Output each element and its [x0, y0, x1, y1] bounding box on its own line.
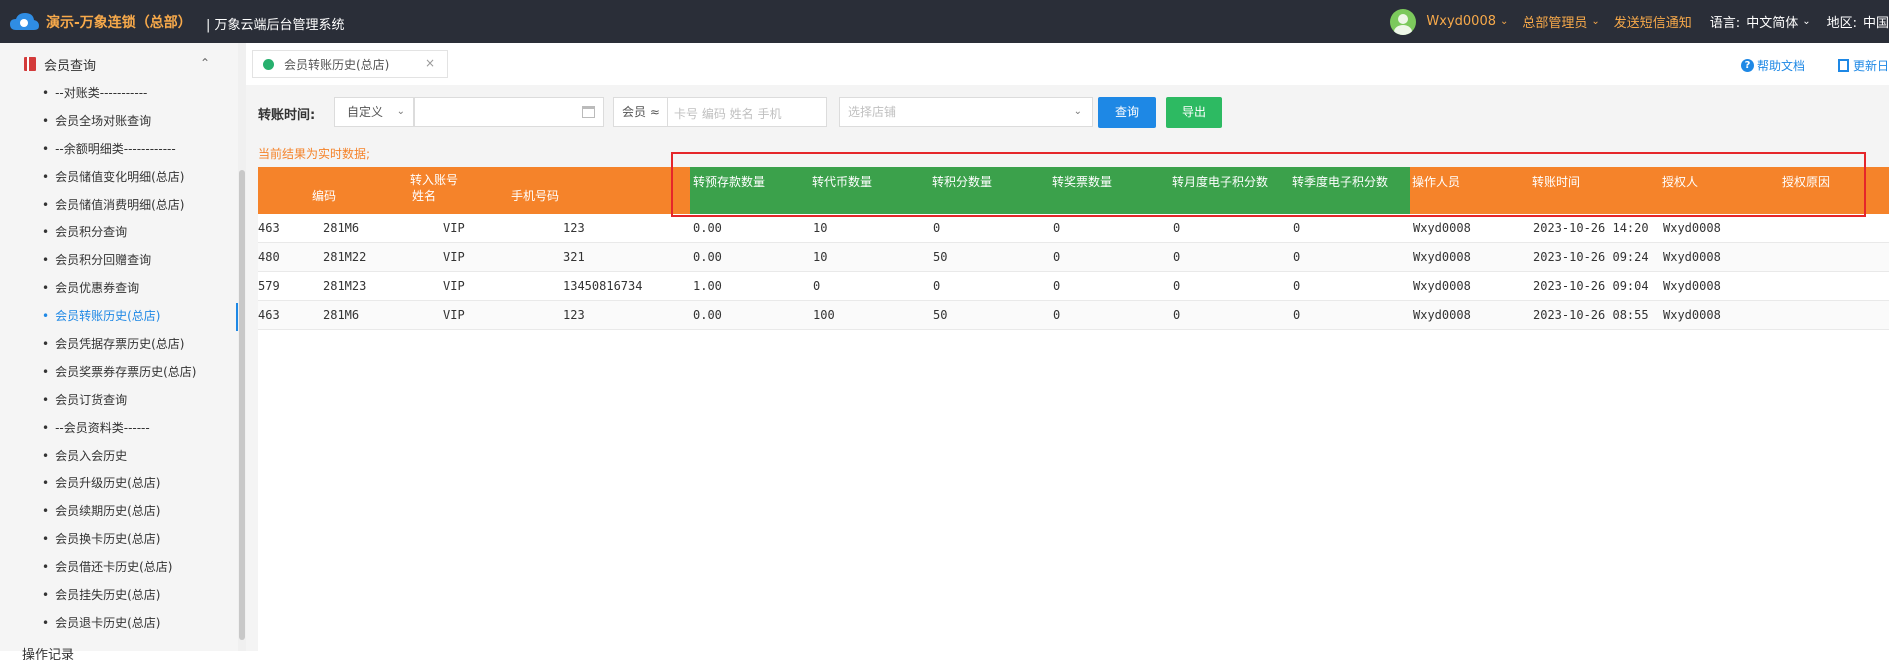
sidebar-item[interactable]: • 会员挂失历史(总店) — [0, 582, 238, 610]
language-select[interactable]: 中文简体 — [1746, 12, 1798, 31]
column-header: 转奖票数量 — [1052, 175, 1113, 189]
time-range-select[interactable]: 自定义 ⌄ — [334, 97, 414, 127]
export-button[interactable]: 导出 — [1166, 97, 1222, 128]
sidebar-group-label: 会员查询 — [44, 58, 97, 74]
send-sms-link[interactable]: 发送短信通知 — [1614, 12, 1692, 31]
table-row[interactable]: 463 281M6 VIP 123 0.00 10 0 0 0 0 Wxyd00… — [258, 214, 1889, 243]
column-header: 编码 — [312, 189, 337, 203]
active-dot-icon — [263, 58, 274, 70]
sidebar: 会员查询 ⌃ • --对账类----------- • 会员全场对账查询 • --余额… — [0, 43, 238, 660]
region-label: 地区: — [1826, 16, 1857, 31]
sidebar-item[interactable]: • 会员优惠券查询 — [0, 275, 238, 303]
sidebar-item[interactable]: • 会员订货查询 — [0, 387, 238, 415]
brand-name: 演示-万象连锁（总部） — [46, 15, 192, 31]
query-button[interactable]: 查询 — [1098, 97, 1156, 128]
column-header: 转季度电子积分数 — [1292, 175, 1389, 189]
transfer-time-label: 转账时间: — [258, 108, 316, 123]
sidebar-item[interactable]: • 会员储值消费明细(总店) — [0, 192, 238, 220]
realtime-notice: 当前结果为实时数据; — [258, 147, 371, 161]
role-dropdown[interactable]: 总部管理员 — [1522, 12, 1587, 31]
book-icon — [24, 57, 36, 71]
sidebar-item[interactable]: • 会员续期历史(总店) — [0, 498, 238, 526]
table-row[interactable]: 480 281M22 VIP 321 0.00 10 50 0 0 0 Wxyd… — [258, 243, 1889, 272]
chevron-down-icon[interactable]: ⌄ — [1802, 16, 1810, 27]
table-header: 转入账号 编码 姓名 手机号码 转预存款数量 转代币数量 转积分数量 转奖票数量… — [258, 167, 1889, 214]
shop-select[interactable]: 选择店铺 ⌄ — [839, 97, 1093, 127]
member-search[interactable]: 会员 ≈ 卡号 编码 姓名 手机 — [613, 97, 827, 127]
column-header: 手机号码 — [511, 189, 560, 203]
tab-label: 会员转账历史(总店) — [284, 57, 390, 72]
filter-bar: 转账时间: 自定义 ⌄ 会员 ≈ 卡号 编码 姓名 手机 选择店铺 ⌄ 查询 导… — [246, 97, 1889, 129]
sidebar-item[interactable]: • 会员奖票券存票历史(总店) — [0, 359, 238, 387]
sidebar-item[interactable]: • 会员升级历史(总店) — [0, 470, 238, 498]
top-right-menu: Wxyd0008 ⌄ 总部管理员 ⌄ 发送短信通知 语言: 中文简体 ⌄ 地区:… — [1390, 0, 1889, 43]
column-header: 转预存款数量 — [693, 175, 766, 189]
member-match-select[interactable]: 会员 ≈ — [614, 98, 668, 126]
column-header: 姓名 — [412, 189, 437, 203]
sidebar-group-next[interactable]: 操作记录 — [22, 644, 74, 660]
chevron-up-icon[interactable]: ⌃ — [200, 56, 210, 70]
sidebar-item[interactable]: • 会员借还卡历史(总店) — [0, 554, 238, 582]
top-bar: 演示-万象连锁（总部） | 万象云端后台管理系统 Wxyd0008 ⌄ 总部管理… — [0, 0, 1889, 43]
table-row[interactable]: 463 281M6 VIP 123 0.00 100 50 0 0 0 Wxyd… — [258, 301, 1889, 330]
table-row[interactable]: 579 281M23 VIP 13450816734 1.00 0 0 0 0 … — [258, 272, 1889, 301]
help-label: 帮助文档 — [1756, 59, 1805, 73]
update-log-link[interactable]: 更新日 — [1837, 57, 1889, 74]
sidebar-group-member-query[interactable]: 会员查询 ⌃ — [0, 49, 238, 79]
sidebar-item[interactable]: • 会员退卡历史(总店) — [0, 610, 238, 638]
column-header: 转账时间 — [1532, 175, 1581, 189]
avatar[interactable] — [1390, 8, 1417, 35]
question-icon: ? — [1740, 59, 1754, 72]
sidebar-item-transfer-history[interactable]: • 会员转账历史(总店) — [0, 303, 238, 331]
column-header: 授权原因 — [1782, 175, 1831, 189]
sidebar-item[interactable]: • 会员积分查询 — [0, 219, 238, 247]
chevron-down-icon[interactable]: ⌄ — [1591, 16, 1599, 27]
tab-transfer-history[interactable]: 会员转账历史(总店) × — [252, 50, 448, 78]
help-docs-link[interactable]: ? 帮助文档 — [1740, 57, 1805, 74]
sidebar-item[interactable]: • --会员资料类------ — [0, 415, 238, 443]
column-header: 操作人员 — [1412, 175, 1461, 189]
sidebar-item[interactable]: • 会员积分回赠查询 — [0, 247, 238, 275]
column-header-group: 转入账号 — [410, 173, 459, 187]
column-header: 转代币数量 — [812, 175, 873, 189]
language-label: 语言: — [1709, 16, 1741, 31]
close-icon[interactable]: × — [425, 56, 435, 70]
column-header: 授权人 — [1662, 175, 1699, 189]
user-name[interactable]: Wxyd0008 — [1426, 14, 1496, 29]
update-label: 更新日 — [1852, 59, 1889, 73]
sidebar-list: • --对账类----------- • 会员全场对账查询 • --余额明细类----… — [0, 80, 238, 638]
sidebar-item[interactable]: • 会员入会历史 — [0, 443, 238, 471]
sidebar-item[interactable]: • --余额明细类------------ — [0, 136, 238, 164]
transfer-table: 转入账号 编码 姓名 手机号码 转预存款数量 转代币数量 转积分数量 转奖票数量… — [258, 167, 1889, 651]
member-search-input[interactable]: 卡号 编码 姓名 手机 — [674, 105, 781, 122]
chevron-down-icon: ⌄ — [1073, 106, 1082, 117]
sidebar-item[interactable]: • 会员凭据存票历史(总店) — [0, 331, 238, 359]
sidebar-scroll-thumb[interactable] — [239, 170, 245, 640]
sidebar-item[interactable]: • --对账类----------- — [0, 80, 238, 108]
cloud-logo-icon — [10, 13, 39, 30]
calendar-icon — [582, 106, 595, 118]
tab-row: 会员转账历史(总店) × ? 帮助文档 更新日 — [246, 43, 1889, 85]
chevron-down-icon[interactable]: ⌄ — [1500, 16, 1508, 27]
document-icon — [1837, 59, 1849, 72]
column-header: 转月度电子积分数 — [1172, 175, 1269, 189]
sidebar-item[interactable]: • 会员换卡历史(总店) — [0, 526, 238, 554]
chevron-down-icon: ⌄ — [396, 106, 405, 117]
system-title: | 万象云端后台管理系统 — [206, 18, 345, 33]
column-header: 转积分数量 — [932, 175, 993, 189]
sidebar-item[interactable]: • 会员储值变化明细(总店) — [0, 164, 238, 192]
sidebar-item[interactable]: • 会员全场对账查询 — [0, 108, 238, 136]
date-range-input[interactable] — [414, 97, 604, 127]
region-value[interactable]: 中国 — [1863, 12, 1889, 31]
